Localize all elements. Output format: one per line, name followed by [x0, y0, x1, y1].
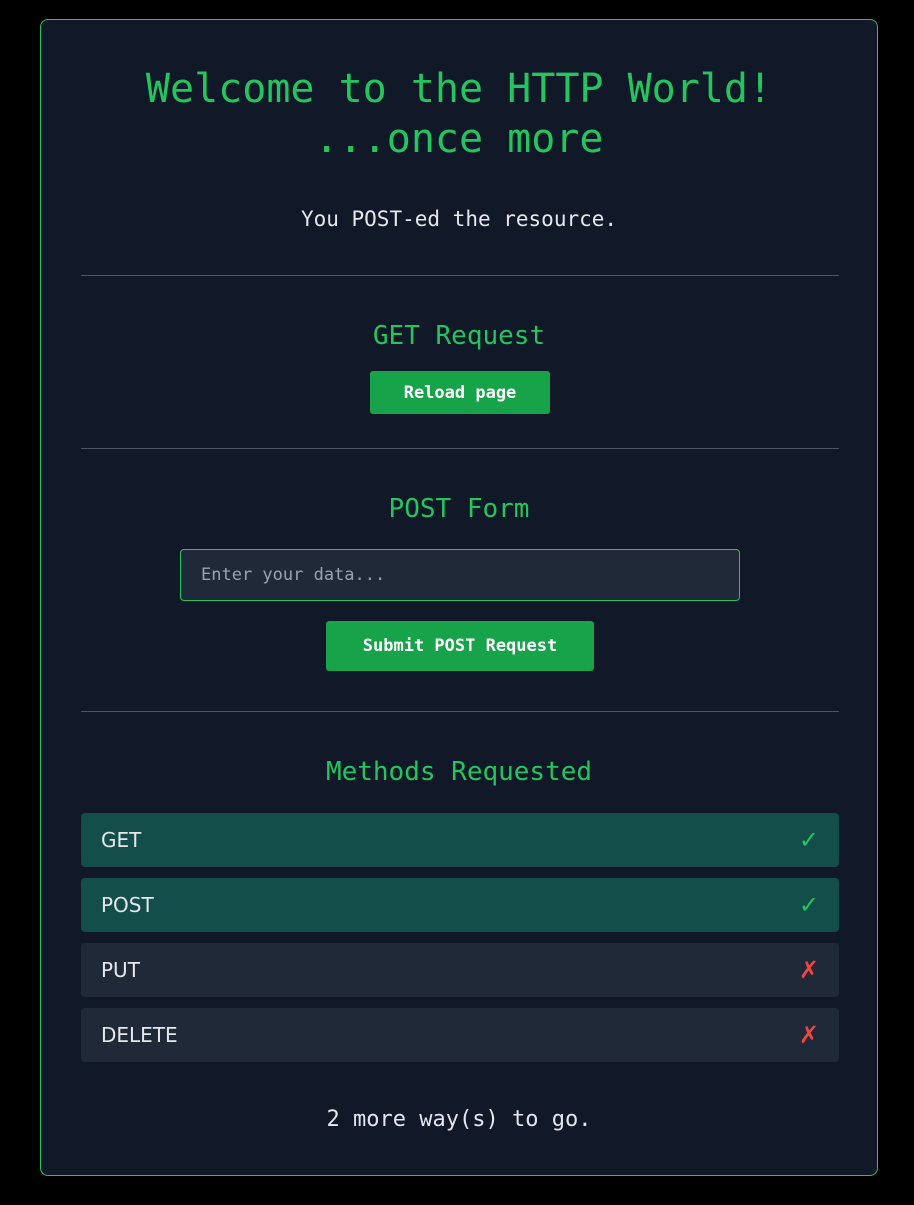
method-label: POST [101, 893, 154, 917]
method-label: GET [101, 828, 142, 852]
page-title-line2: ...once more [314, 116, 604, 162]
page-title: Welcome to the HTTP World! ...once more [41, 64, 877, 164]
check-icon: ✓ [798, 826, 819, 854]
main-card: Welcome to the HTTP World! ...once more … [40, 19, 878, 1176]
methods-list: GET ✓ POST ✓ PUT ✗ DELETE ✗ [81, 813, 839, 1073]
progress-message: 2 more way(s) to go. [326, 1107, 592, 1132]
divider [81, 275, 839, 276]
submit-post-button[interactable]: Submit POST Request [326, 621, 594, 671]
post-form-heading: POST Form [388, 494, 530, 524]
page-title-line1: Welcome to the HTTP World! [145, 66, 773, 112]
reload-page-button[interactable]: Reload page [370, 371, 550, 414]
method-row-post: POST ✓ [81, 878, 839, 932]
status-message: You POST-ed the resource. [300, 207, 618, 231]
data-input[interactable] [180, 549, 740, 601]
check-icon: ✓ [798, 891, 819, 919]
cross-icon: ✗ [798, 1021, 819, 1049]
divider [81, 448, 839, 449]
method-row-put: PUT ✗ [81, 943, 839, 997]
method-label: PUT [101, 958, 140, 982]
divider [81, 711, 839, 712]
methods-requested-heading: Methods Requested [325, 757, 593, 787]
cross-icon: ✗ [798, 956, 819, 984]
get-request-heading: GET Request [372, 321, 546, 351]
method-row-delete: DELETE ✗ [81, 1008, 839, 1062]
method-row-get: GET ✓ [81, 813, 839, 867]
method-label: DELETE [101, 1023, 178, 1047]
